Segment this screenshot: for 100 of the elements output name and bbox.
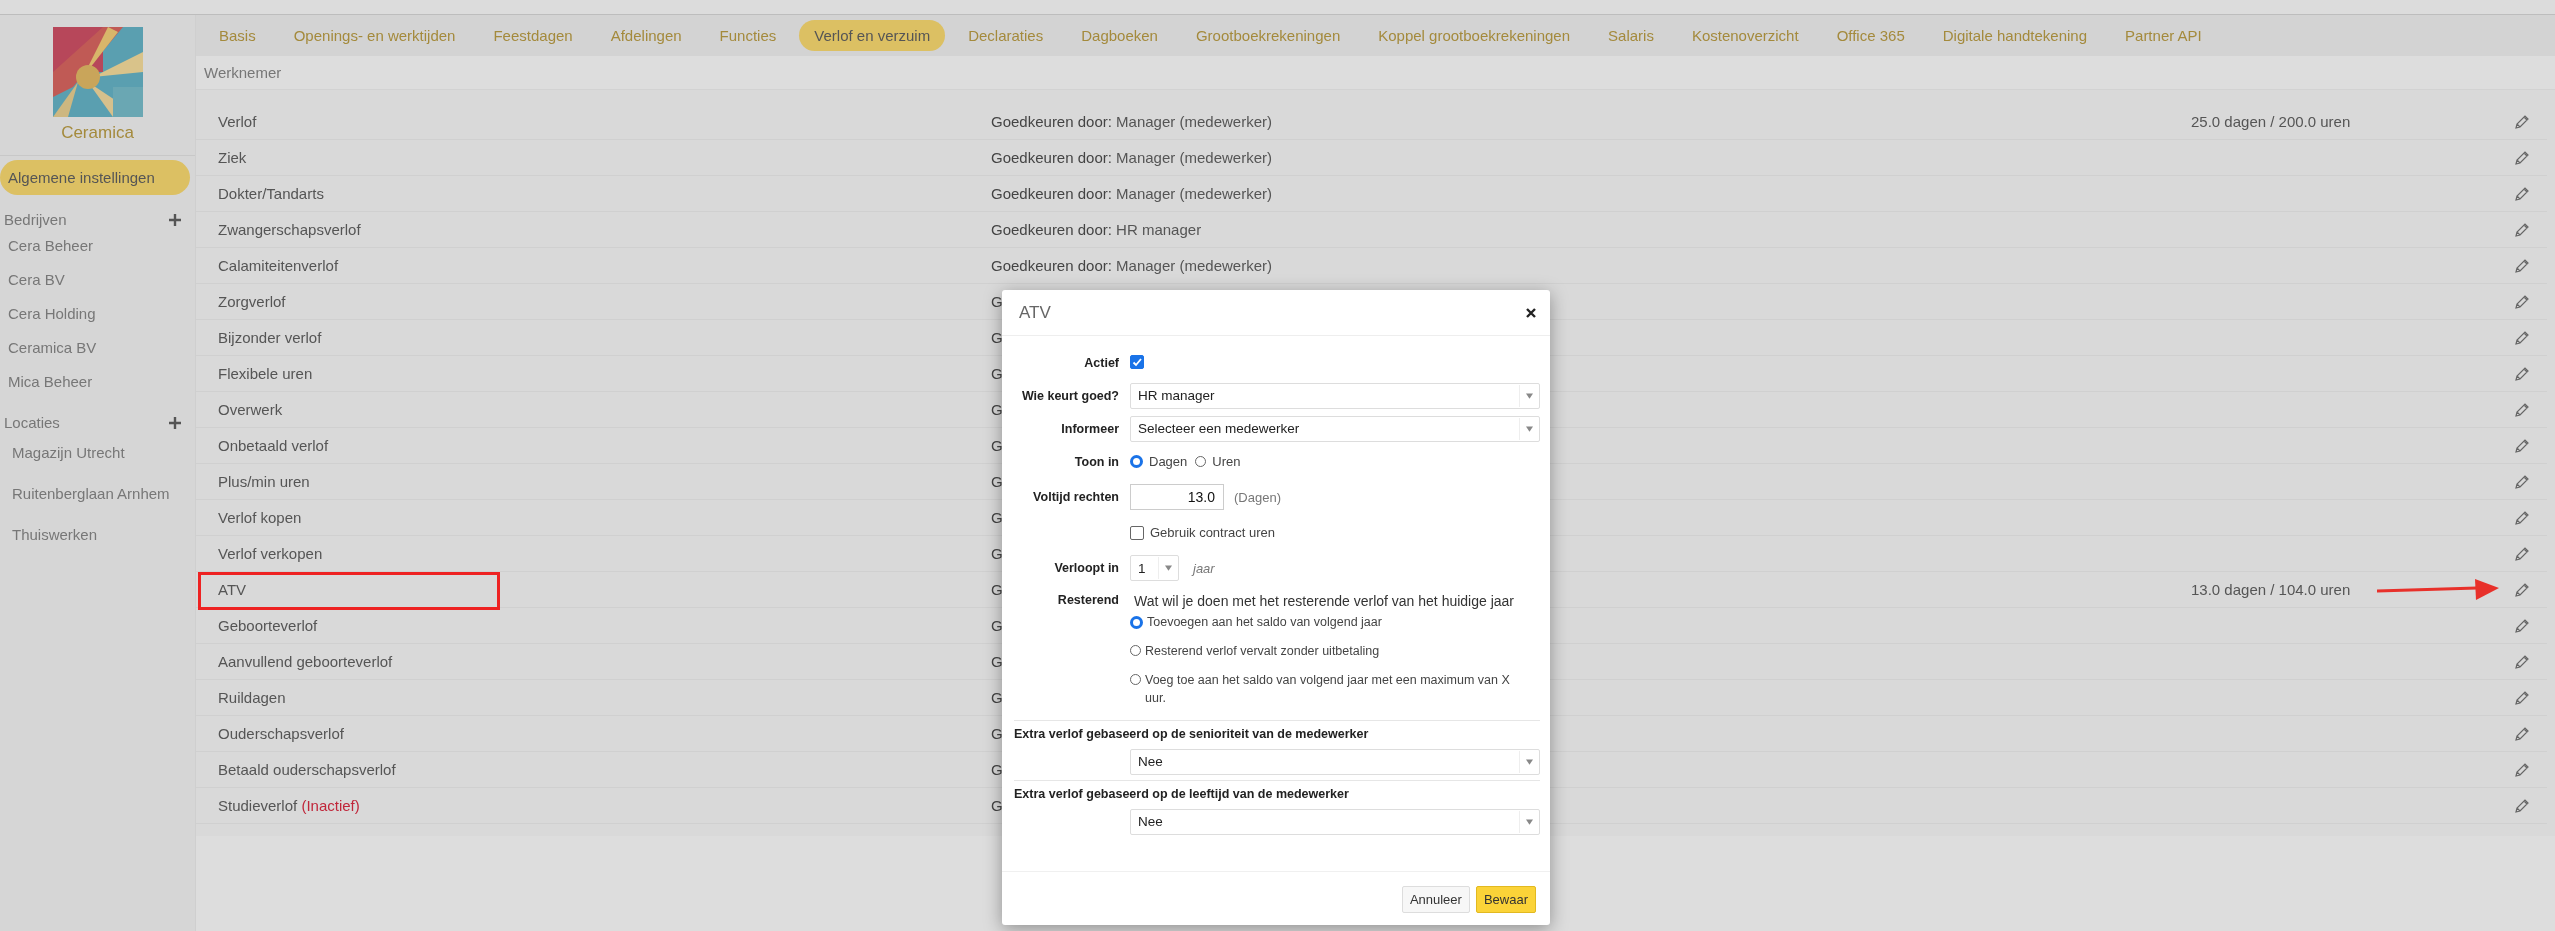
cancel-button[interactable]: Annuleer: [1401, 886, 1470, 913]
leave-type-name: Flexibele uren: [218, 365, 313, 382]
tab[interactable]: Verlof en verzuim: [799, 20, 946, 51]
edit-icon[interactable]: [2514, 401, 2530, 418]
tab[interactable]: Declaraties: [953, 20, 1059, 51]
tab[interactable]: Kostenoverzicht: [1676, 20, 1814, 51]
select-field[interactable]: 1: [1130, 555, 1179, 581]
edit-icon[interactable]: [2514, 149, 2530, 166]
leave-type-name: Verlof: [218, 113, 257, 130]
select-field[interactable]: Nee: [1130, 808, 1540, 835]
leave-type-name: Zorgverlof: [218, 293, 286, 310]
edit-icon[interactable]: [2514, 473, 2530, 490]
edit-icon[interactable]: [2514, 689, 2530, 706]
sidebar-item[interactable]: Cera Holding: [0, 296, 195, 330]
approval-text: G: [991, 761, 1003, 778]
radio-button[interactable]: [1130, 645, 1141, 656]
field-label: Toon in: [1073, 454, 1120, 469]
sidebar-item[interactable]: Thuiswerken: [0, 513, 195, 554]
section-heading: Extra verlof gebaseerd op de leeftijd van de medewerker: [1014, 787, 1350, 801]
edit-icon[interactable]: [2514, 617, 2530, 634]
close-icon[interactable]: [1526, 307, 1536, 318]
checkbox[interactable]: [1130, 354, 1144, 369]
tab[interactable]: Basis: [204, 20, 271, 51]
field-label: Informeer: [1060, 421, 1120, 436]
radio-button[interactable]: [1130, 674, 1141, 685]
edit-icon[interactable]: [2514, 797, 2530, 814]
save-button[interactable]: Bewaar: [1475, 886, 1536, 913]
approval-text: G: [991, 797, 1003, 814]
tab[interactable]: Dagboeken: [1066, 20, 1173, 51]
approval-text: G: [991, 329, 1003, 346]
option-label: Dagen: [1149, 454, 1188, 469]
leave-type-name: Aanvullend geboorteverlof: [218, 653, 393, 670]
approval-text: G: [991, 509, 1003, 526]
leave-type-name: Geboorteverlof: [218, 617, 318, 634]
edit-icon[interactable]: [2514, 257, 2530, 274]
sidebar-item[interactable]: Cera Beheer: [0, 228, 195, 262]
dialog-title: ATV: [1019, 302, 1051, 323]
edit-icon[interactable]: [2514, 581, 2530, 598]
approval-text: G: [991, 617, 1003, 634]
section-title: Werknemer: [204, 64, 282, 81]
tab[interactable]: Koppel grootboekrekeningen: [1363, 20, 1586, 51]
add-icon[interactable]: [169, 416, 181, 429]
tab[interactable]: Openings- en werktijden: [278, 20, 471, 51]
select-field[interactable]: HR manager: [1130, 382, 1540, 409]
sidebar-item[interactable]: Mica Beheer: [0, 364, 195, 398]
leave-type-name: Verlof kopen: [218, 509, 302, 526]
tab[interactable]: Afdelingen: [595, 20, 697, 51]
approval-text: Goedkeuren door: Manager (medewerker): [991, 185, 1272, 202]
sidebar-item[interactable]: Cera BV: [0, 262, 195, 296]
field-label: Actief: [1083, 355, 1120, 370]
edit-icon[interactable]: [2514, 725, 2530, 742]
option-label: Voeg toe aan het saldo van volgend jaar met een maximum van X uur.: [1145, 672, 1511, 707]
unit-label: (Dagen): [1234, 489, 1281, 505]
company-name: Ceramica: [60, 123, 135, 143]
sidebar-item[interactable]: Ruitenberglaan Arnhem: [0, 472, 195, 513]
approval-text: Goedkeuren door: HR manager: [991, 221, 1202, 238]
edit-icon[interactable]: [2514, 437, 2530, 454]
edit-icon[interactable]: [2514, 113, 2530, 130]
checkbox[interactable]: [1130, 525, 1144, 540]
question-text: Wat wil je doen met het resterende verlof van het huidige jaar: [1133, 593, 1516, 609]
radio-button[interactable]: [1195, 456, 1207, 467]
sidebar-item[interactable]: Magazijn Utrecht: [0, 431, 195, 472]
edit-icon[interactable]: [2514, 293, 2530, 310]
approval-text: G: [991, 365, 1003, 382]
radio-button[interactable]: [1130, 616, 1143, 629]
edit-icon[interactable]: [2514, 761, 2530, 778]
option-label: Toevoegen aan het saldo van volgend jaar: [1147, 614, 1382, 631]
select-field[interactable]: Selecteer een medewerker: [1130, 415, 1540, 442]
edit-icon[interactable]: [2514, 221, 2530, 238]
select-field[interactable]: Nee: [1130, 748, 1540, 775]
edit-icon[interactable]: [2514, 185, 2530, 202]
sidebar-item[interactable]: Algemene instellingen: [0, 160, 190, 195]
leave-type-name: Onbetaald verlof: [218, 437, 329, 454]
edit-icon[interactable]: [2514, 653, 2530, 670]
leave-type-name: Betaald ouderschapsverlof: [218, 761, 396, 778]
approval-text: G: [991, 473, 1003, 490]
field-label: Wie keurt goed?: [1020, 388, 1120, 403]
tab[interactable]: Office 365: [1821, 20, 1920, 51]
section-heading: Extra verlof gebaseerd op de senioriteit van de medewerker: [1014, 727, 1370, 741]
tab[interactable]: Grootboekrekeningen: [1180, 20, 1356, 51]
add-icon[interactable]: [169, 213, 181, 226]
leave-type-name: Dokter/Tandarts: [218, 185, 324, 202]
radio-button[interactable]: [1130, 455, 1143, 468]
tab[interactable]: Functies: [704, 20, 792, 51]
edit-icon[interactable]: [2514, 545, 2530, 562]
leave-type-name: Verlof verkopen: [218, 545, 323, 562]
number-field[interactable]: 13.0: [1130, 484, 1224, 510]
edit-icon[interactable]: [2514, 365, 2530, 382]
edit-icon[interactable]: [2514, 329, 2530, 346]
approval-text: G: [991, 293, 1003, 310]
section-heading: Locaties: [4, 414, 60, 431]
approval-text: G: [991, 581, 1003, 598]
sidebar-item[interactable]: Ceramica BV: [0, 330, 195, 364]
leave-type-name: ATV: [218, 581, 247, 598]
tab[interactable]: Partner API: [2110, 20, 2217, 51]
edit-icon[interactable]: [2514, 509, 2530, 526]
tab[interactable]: Feestdagen: [478, 20, 588, 51]
tab[interactable]: Salaris: [1593, 20, 1669, 51]
section-heading: Bedrijven: [4, 211, 67, 228]
tab[interactable]: Digitale handtekening: [1927, 20, 2103, 51]
